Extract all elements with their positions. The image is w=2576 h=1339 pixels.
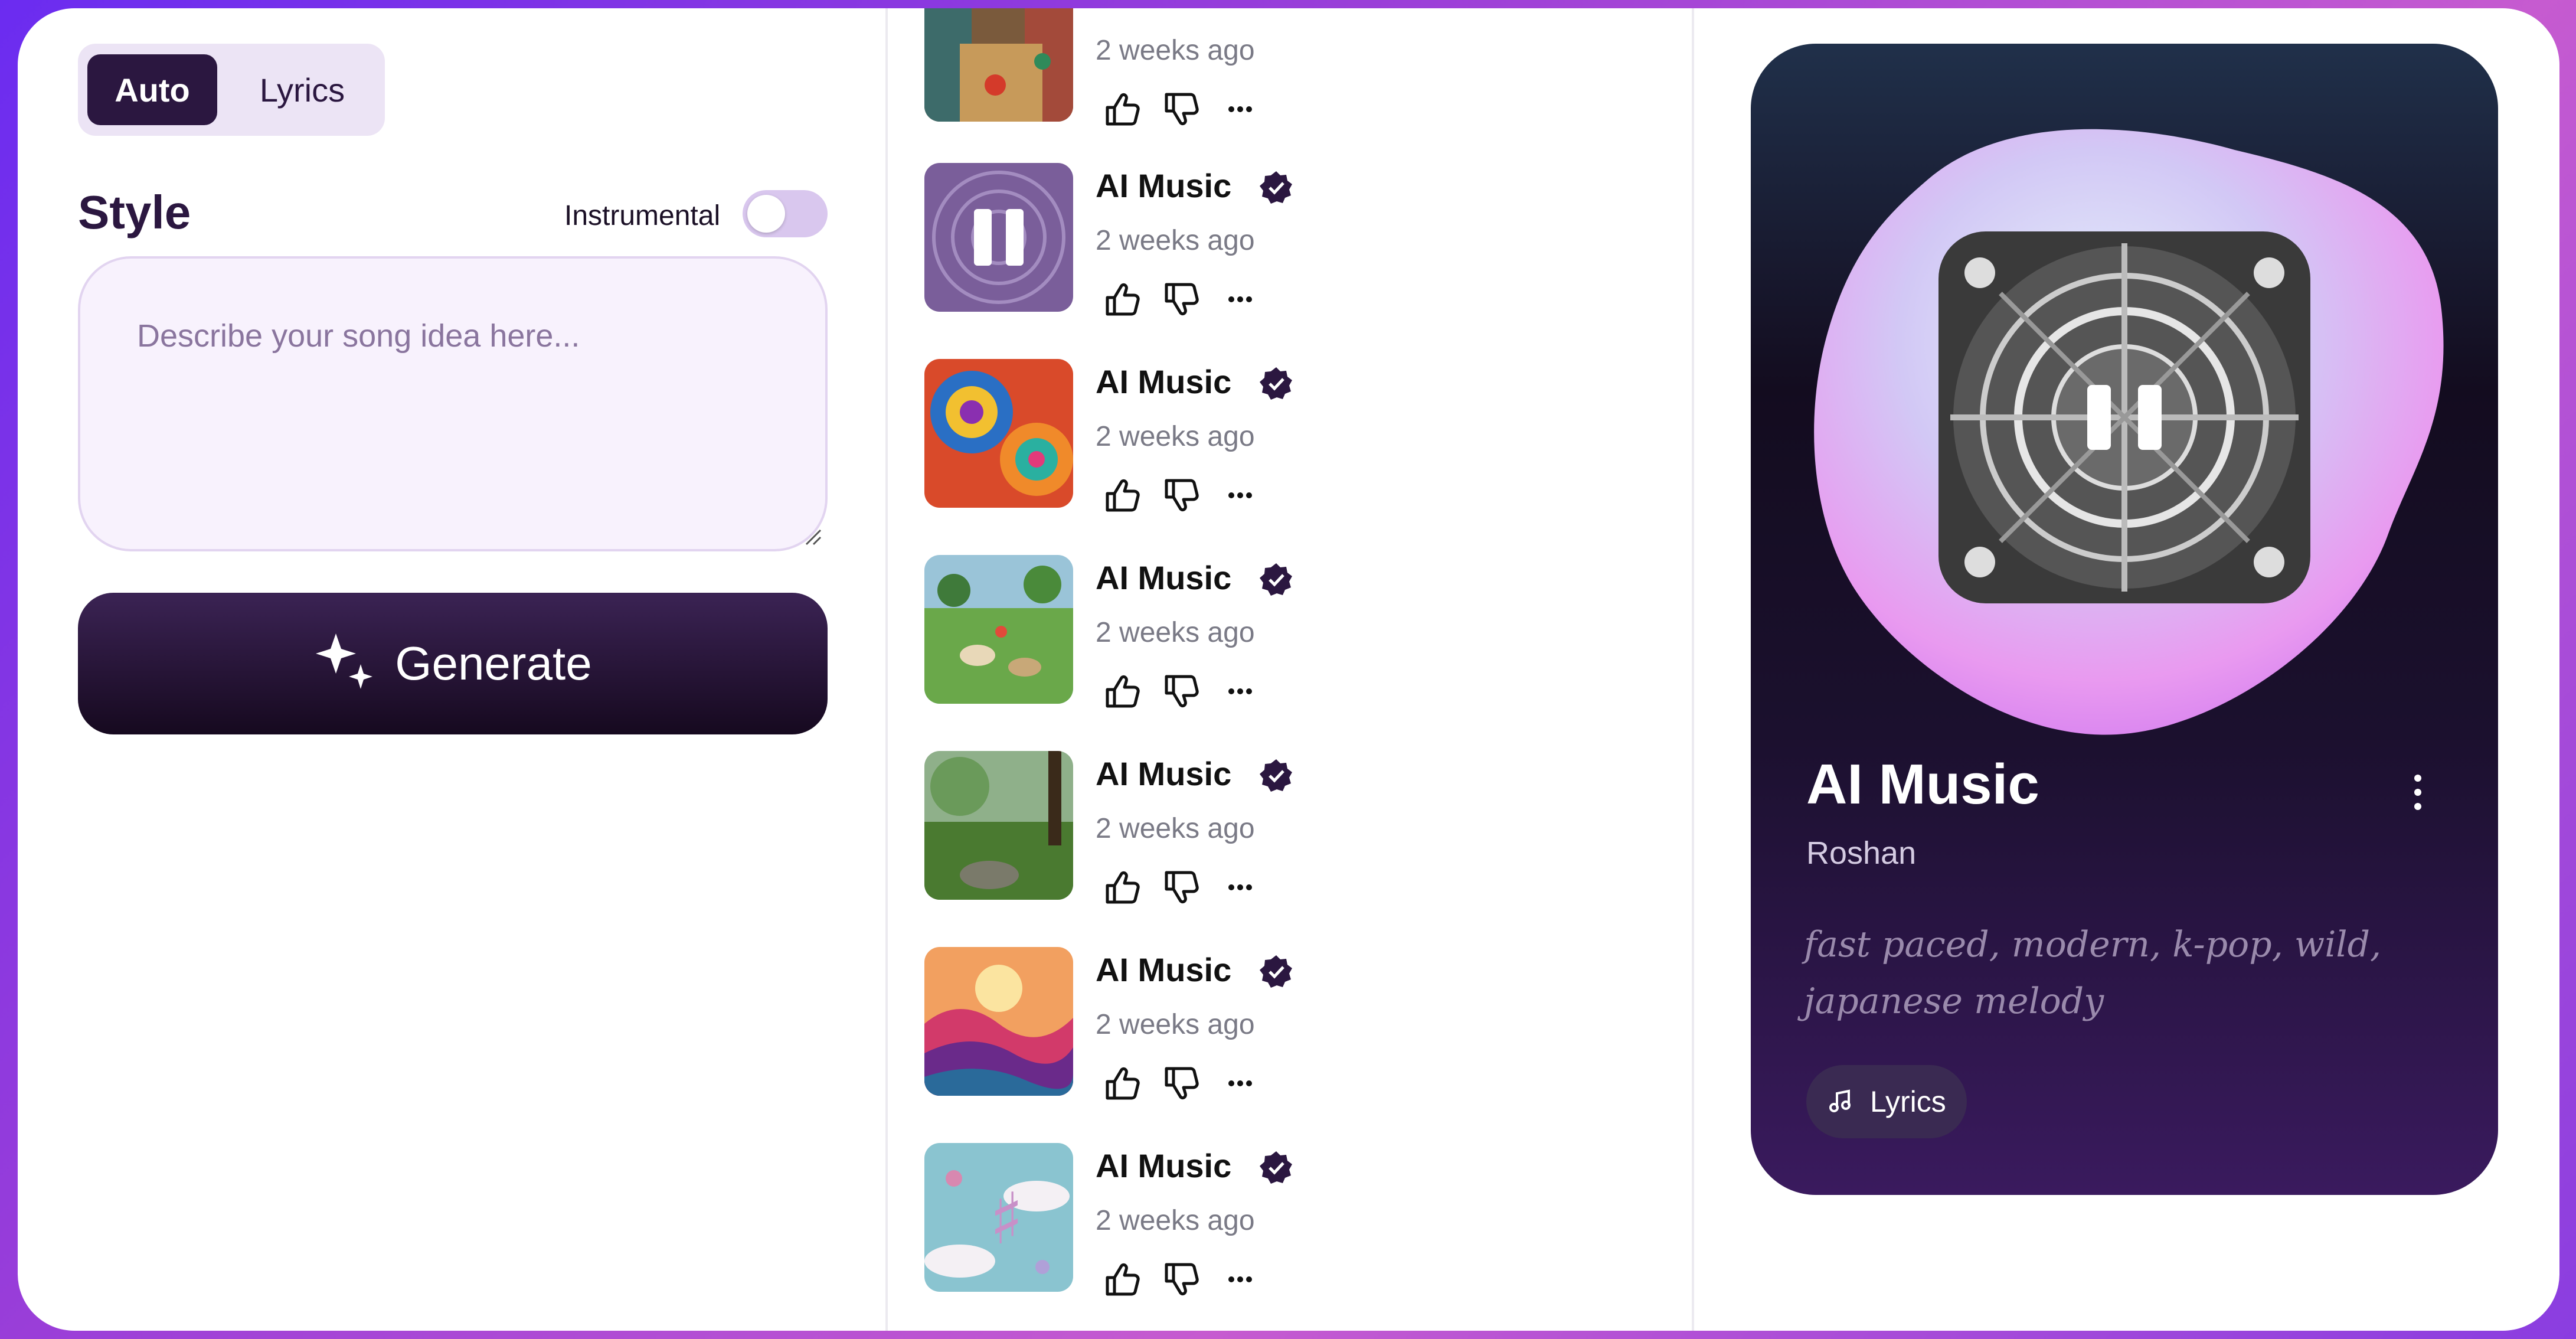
thumbs-down-icon[interactable] (1160, 279, 1202, 320)
instrumental-label: Instrumental (564, 200, 721, 231)
song-title[interactable]: AI Music (1096, 951, 1231, 989)
verified-badge-icon (1260, 563, 1292, 596)
more-icon[interactable] (1220, 671, 1261, 712)
generate-button[interactable]: Generate (78, 593, 828, 734)
resize-grip-icon[interactable] (804, 528, 822, 546)
song-artwork[interactable]: ♯ (924, 1143, 1073, 1292)
list-item[interactable]: 2 weeks ago (924, 8, 1692, 138)
song-artwork[interactable] (924, 947, 1073, 1096)
thumbs-up-icon[interactable] (1101, 279, 1143, 320)
more-icon[interactable] (1220, 867, 1261, 908)
thumbs-up-icon[interactable] (1101, 475, 1143, 516)
toggle-knob (747, 195, 785, 233)
thumbs-down-icon[interactable] (1160, 475, 1202, 516)
song-title[interactable]: AI Music (1096, 559, 1231, 597)
verified-badge-icon (1260, 1151, 1292, 1184)
more-icon[interactable] (1220, 1259, 1261, 1300)
song-time: 2 weeks ago (1096, 35, 1255, 66)
now-playing-artist: Roshan (1806, 835, 1917, 871)
instrumental-toggle[interactable] (743, 190, 828, 237)
song-artwork[interactable] (924, 163, 1073, 312)
auto-mode-button[interactable]: Auto (87, 54, 217, 125)
song-title[interactable]: AI Music (1096, 362, 1231, 401)
lyrics-button[interactable]: Lyrics (1806, 1065, 1967, 1138)
list-item[interactable]: AI Music 2 weeks ago (924, 163, 1692, 328)
song-title[interactable]: AI Music (1096, 1147, 1231, 1185)
verified-badge-icon (1260, 759, 1292, 792)
list-item[interactable]: ♯ AI Music 2 weeks ago (924, 1143, 1692, 1308)
list-item[interactable]: AI Music 2 weeks ago (924, 947, 1692, 1112)
divider (885, 8, 888, 1331)
mode-toggle: Auto Lyrics (78, 44, 385, 136)
generate-label: Generate (395, 637, 592, 690)
more-icon[interactable] (1220, 1063, 1261, 1104)
app-window: Auto Lyrics Style Instrumental Generate (18, 8, 2559, 1331)
thumbs-down-icon[interactable] (1160, 867, 1202, 908)
list-item[interactable]: AI Music 2 weeks ago (924, 359, 1692, 524)
music-note-icon (1829, 1089, 1851, 1112)
list-item[interactable]: AI Music 2 weeks ago (924, 555, 1692, 720)
more-vertical-icon[interactable] (2406, 769, 2430, 816)
thumbs-up-icon[interactable] (1101, 1259, 1143, 1300)
svg-text:♯: ♯ (989, 1178, 1024, 1260)
song-time: 2 weeks ago (1096, 225, 1255, 256)
style-heading: Style (78, 186, 191, 239)
divider (1692, 8, 1694, 1331)
now-playing-title: AI Music (1806, 753, 2039, 816)
now-playing-style-tags: fast paced, modern, k-pop, wild, japanes… (1804, 924, 2382, 1022)
song-time: 2 weeks ago (1096, 1009, 1255, 1040)
verified-badge-icon (1260, 171, 1292, 204)
more-icon[interactable] (1220, 89, 1261, 130)
create-panel: Auto Lyrics Style Instrumental Generate (18, 8, 885, 1331)
lyrics-mode-button[interactable]: Lyrics (231, 54, 373, 125)
album-cover[interactable] (1938, 231, 2310, 603)
song-title[interactable]: AI Music (1096, 166, 1231, 205)
song-time: 2 weeks ago (1096, 421, 1255, 452)
thumbs-down-icon[interactable] (1160, 1259, 1202, 1300)
song-time: 2 weeks ago (1096, 1205, 1255, 1236)
thumbs-up-icon[interactable] (1101, 671, 1143, 712)
song-time: 2 weeks ago (1096, 617, 1255, 648)
song-list: 2 weeks ago AI Music 2 weeks ago AI Musi… (903, 8, 1712, 1331)
song-artwork[interactable] (924, 751, 1073, 900)
thumbs-down-icon[interactable] (1160, 89, 1202, 130)
more-icon[interactable] (1220, 279, 1261, 320)
song-artwork[interactable] (924, 359, 1073, 508)
song-idea-input[interactable] (78, 256, 828, 551)
verified-badge-icon (1260, 367, 1292, 400)
thumbs-up-icon[interactable] (1101, 1063, 1143, 1104)
thumbs-up-icon[interactable] (1101, 89, 1143, 130)
thumbs-down-icon[interactable] (1160, 1063, 1202, 1104)
song-time: 2 weeks ago (1096, 813, 1255, 844)
sparkles-icon (316, 633, 373, 689)
song-artwork[interactable] (924, 555, 1073, 704)
song-artwork[interactable] (924, 8, 1073, 122)
more-icon[interactable] (1220, 475, 1261, 516)
now-playing-card: AI Music Roshan fast paced, modern, k-po… (1751, 44, 2498, 1195)
verified-badge-icon (1260, 955, 1292, 988)
lyrics-button-label: Lyrics (1870, 1085, 1946, 1118)
song-title[interactable]: AI Music (1096, 755, 1231, 793)
list-item[interactable]: AI Music 2 weeks ago (924, 751, 1692, 916)
thumbs-up-icon[interactable] (1101, 867, 1143, 908)
thumbs-down-icon[interactable] (1160, 671, 1202, 712)
